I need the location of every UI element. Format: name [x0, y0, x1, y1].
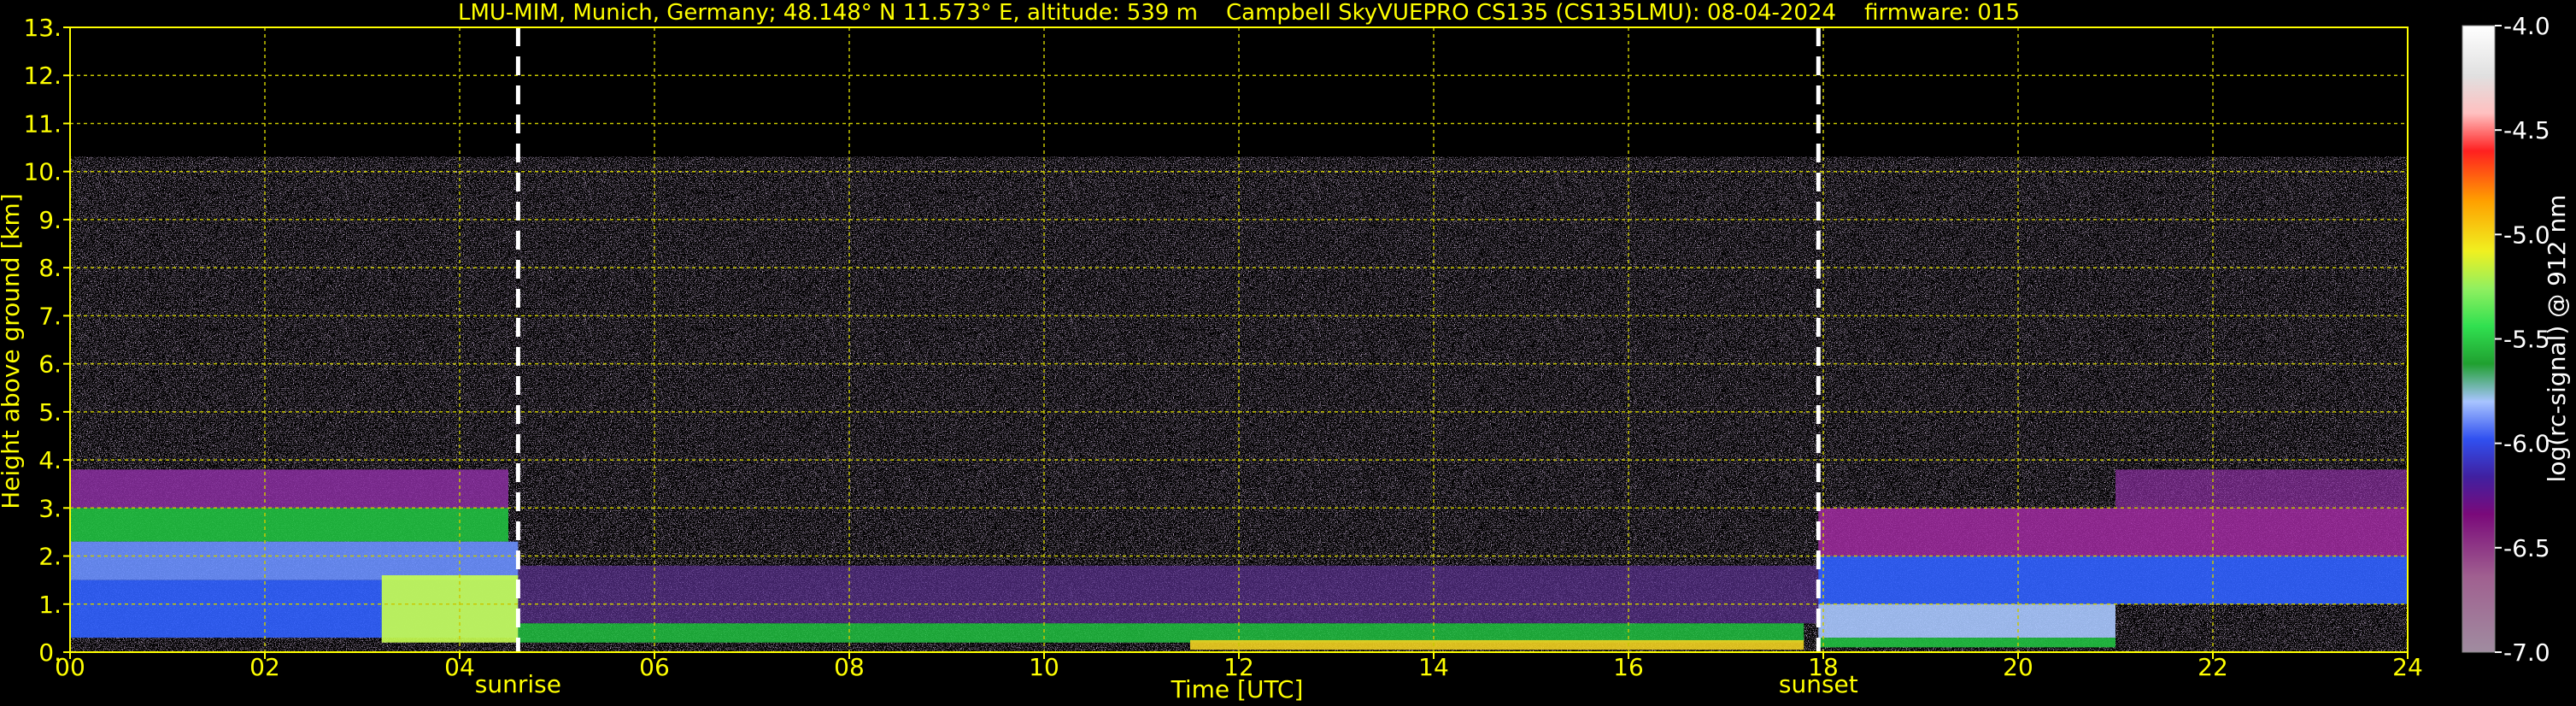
signal-layer-6 — [518, 623, 1804, 643]
y-tick-label: 9. — [38, 206, 62, 234]
backscatter-heatmap — [70, 27, 2408, 652]
ceilometer-chart: sunrise sunset 0.1.2.3.4.5.6.7.8.9.10.11.… — [0, 0, 2571, 703]
x-tick-label: 24 — [2392, 653, 2423, 681]
x-tick-label: 10 — [1029, 653, 1059, 681]
x-tick-label: 02 — [249, 653, 280, 681]
colorbar-gradient — [2462, 25, 2496, 653]
y-tick-label: 7. — [38, 302, 62, 330]
x-tick-label: 22 — [2198, 653, 2228, 681]
x-axis-label: Time [UTC] — [1171, 675, 1304, 703]
x-tick-label: 20 — [2003, 653, 2033, 681]
signal-layer-7 — [1190, 639, 1804, 650]
signal-layer-2 — [70, 541, 519, 580]
y-tick-label: 11. — [23, 109, 62, 138]
y-tick-label: 8. — [38, 254, 62, 282]
y-tick-label: 1. — [38, 591, 62, 619]
signal-layer-11 — [1818, 603, 2115, 638]
signal-layer-0 — [70, 469, 508, 509]
y-axis-label: Height above ground [km] — [0, 193, 25, 509]
colorbar-tick-label: -7.0 — [2503, 638, 2550, 667]
y-tick-label: 10. — [23, 158, 62, 186]
signal-layer-5 — [518, 565, 1823, 624]
annotation-label-sunrise: sunrise — [475, 670, 561, 698]
colorbar-ticks: -4.0-4.5-5.0-5.5-6.0-6.5-7.0 — [2495, 12, 2550, 667]
colorbar-tick-label: -6.5 — [2503, 534, 2550, 562]
chart-title: LMU-MIM, Munich, Germany; 48.148° N 11.5… — [458, 0, 2020, 26]
y-tick-label: 6. — [38, 350, 62, 379]
x-tick-label: 14 — [1418, 653, 1449, 681]
x-tick-label: 04 — [444, 653, 475, 681]
x-tick-label: 06 — [639, 653, 670, 681]
y-tick-label: 2. — [38, 543, 62, 571]
colorbar-tick-label: -4.5 — [2503, 116, 2550, 144]
signal-layer-8 — [1818, 508, 2408, 556]
y-tick-label: 5. — [38, 398, 62, 427]
y-tick-label: 12. — [23, 62, 62, 90]
signal-layer-12 — [1818, 638, 2115, 648]
x-tick-label: 16 — [1613, 653, 1644, 681]
signal-layer-10 — [1818, 556, 2408, 604]
y-tick-label: 13. — [23, 14, 62, 42]
colorbar-tick-label: -4.0 — [2503, 12, 2550, 40]
colorbar-label: log(rc-signal) @ 912 nm — [2543, 195, 2571, 483]
x-tick-label: 00 — [55, 653, 85, 681]
signal-layer-9 — [2115, 469, 2408, 509]
signal-layer-4 — [381, 575, 519, 643]
x-tick-label: 08 — [834, 653, 865, 681]
signal-layer-1 — [70, 508, 508, 542]
y-tick-label: 3. — [38, 494, 62, 522]
colorbar: -4.0-4.5-5.0-5.5-6.0-6.5-7.0 log(rc-sign… — [2462, 12, 2571, 667]
y-tick-label: 4. — [38, 446, 62, 474]
x-tick-label: 18 — [1808, 653, 1839, 681]
